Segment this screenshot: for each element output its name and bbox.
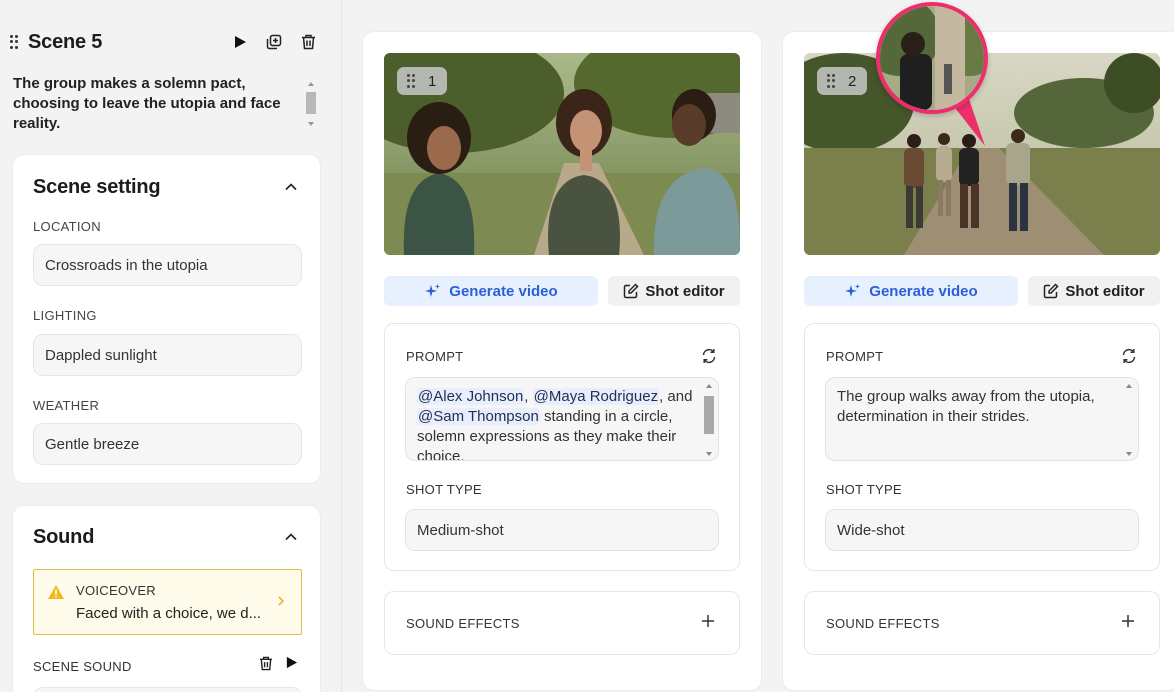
scene-setting-card: Scene setting LOCATION Crossroads in the… bbox=[12, 154, 321, 484]
trash-icon[interactable] bbox=[298, 32, 318, 52]
shot-number: 2 bbox=[848, 72, 857, 90]
scene-setting-title: Scene setting bbox=[33, 176, 161, 198]
chevron-right-icon bbox=[278, 596, 284, 606]
prompt-text: , and bbox=[659, 388, 693, 405]
shot-type-field[interactable]: Wide-shot bbox=[825, 509, 1139, 551]
refresh-icon[interactable] bbox=[701, 348, 717, 364]
shot-thumbnail[interactable]: 2 bbox=[804, 53, 1160, 255]
mention-tag[interactable]: @Maya Rodriguez bbox=[532, 388, 660, 405]
mention-tag[interactable]: @Alex Johnson bbox=[417, 388, 525, 405]
shot-card-2: 2 Generate video Shot editor PROMPT The … bbox=[782, 31, 1174, 691]
shot-number-badge[interactable]: 1 bbox=[397, 67, 447, 95]
prompt-scrollbar[interactable] bbox=[704, 384, 714, 456]
edit-icon bbox=[624, 283, 639, 299]
voiceover-label: VOICEOVER bbox=[76, 583, 156, 598]
shot-thumbnail[interactable]: 1 bbox=[384, 53, 740, 255]
sound-effects-label: SOUND EFFECTS bbox=[826, 616, 940, 631]
shot-editor-label: Shot editor bbox=[645, 282, 725, 300]
prompt-scrollbar[interactable] bbox=[1124, 384, 1134, 456]
mention-tag[interactable]: @Sam Thompson bbox=[417, 408, 540, 425]
shot-editor-button[interactable]: Shot editor bbox=[1028, 276, 1160, 306]
weather-label: WEATHER bbox=[33, 398, 100, 413]
drag-handle-icon[interactable] bbox=[10, 35, 20, 49]
generate-video-button[interactable]: Generate video bbox=[804, 276, 1018, 306]
shot-editor-label: Shot editor bbox=[1065, 282, 1145, 300]
scene-sound-label: SCENE SOUND bbox=[33, 659, 132, 674]
duplicate-icon[interactable] bbox=[264, 32, 284, 52]
generate-video-label: Generate video bbox=[449, 282, 558, 300]
warning-icon bbox=[48, 585, 64, 599]
sound-card: Sound VOICEOVER Faced with a choice, we … bbox=[12, 505, 321, 692]
prompt-textarea[interactable]: The group walks away from the utopia, de… bbox=[825, 377, 1139, 461]
edit-icon bbox=[1044, 283, 1059, 299]
play-icon[interactable] bbox=[230, 32, 250, 52]
shot-type-field[interactable]: Medium-shot bbox=[405, 509, 719, 551]
generate-video-label: Generate video bbox=[869, 282, 978, 300]
shot-number-badge[interactable]: 2 bbox=[817, 67, 867, 95]
prompt-text: , bbox=[524, 388, 533, 405]
shot-type-label: SHOT TYPE bbox=[406, 482, 482, 497]
chevron-up-icon[interactable] bbox=[284, 180, 298, 194]
weather-field[interactable]: Gentle breeze bbox=[33, 423, 302, 465]
lighting-label: LIGHTING bbox=[33, 308, 97, 323]
voiceover-item[interactable]: VOICEOVER Faced with a choice, we d... bbox=[33, 569, 302, 635]
shot-editor-button[interactable]: Shot editor bbox=[608, 276, 740, 306]
plus-icon[interactable] bbox=[701, 614, 715, 628]
chevron-up-icon[interactable] bbox=[284, 530, 298, 544]
scene-title: Scene 5 bbox=[28, 30, 103, 53]
generate-video-button[interactable]: Generate video bbox=[384, 276, 598, 306]
location-field[interactable]: Crossroads in the utopia bbox=[33, 244, 302, 286]
description-scrollbar[interactable] bbox=[305, 80, 317, 126]
sound-title: Sound bbox=[33, 526, 95, 548]
voiceover-text: Faced with a choice, we d... bbox=[76, 605, 262, 622]
scene-header: Scene 5 bbox=[10, 30, 330, 54]
location-label: LOCATION bbox=[33, 219, 101, 234]
trash-icon[interactable] bbox=[259, 656, 273, 671]
shot-card-1: 1 Generate video Shot editor PROMPT @Ale… bbox=[362, 31, 762, 691]
zoom-magnifier bbox=[876, 2, 988, 114]
shot-number: 1 bbox=[428, 72, 437, 90]
plus-icon[interactable] bbox=[1121, 614, 1135, 628]
scene-sound-field[interactable] bbox=[33, 687, 302, 692]
sound-effects-section[interactable]: SOUND EFFECTS bbox=[384, 591, 740, 655]
scene-description[interactable]: The group makes a solemn pact, choosing … bbox=[13, 74, 299, 134]
prompt-text: The group walks away from the utopia, de… bbox=[837, 388, 1095, 425]
drag-handle-icon[interactable] bbox=[407, 74, 417, 88]
shot-type-label: SHOT TYPE bbox=[826, 482, 902, 497]
prompt-label: PROMPT bbox=[406, 349, 464, 364]
drag-handle-icon[interactable] bbox=[827, 74, 837, 88]
prompt-section: PROMPT The group walks away from the uto… bbox=[804, 323, 1160, 571]
scene-sidebar: Scene 5 The group makes a solemn pact, c… bbox=[0, 0, 342, 692]
sparkles-icon bbox=[425, 283, 441, 297]
sound-effects-section[interactable]: SOUND EFFECTS bbox=[804, 591, 1160, 655]
refresh-icon[interactable] bbox=[1121, 348, 1137, 364]
sparkles-icon bbox=[845, 283, 861, 297]
prompt-textarea[interactable]: @Alex Johnson, @Maya Rodriguez, and @Sam… bbox=[405, 377, 719, 461]
prompt-label: PROMPT bbox=[826, 349, 884, 364]
prompt-section: PROMPT @Alex Johnson, @Maya Rodriguez, a… bbox=[384, 323, 740, 571]
play-icon[interactable] bbox=[285, 656, 298, 669]
lighting-field[interactable]: Dappled sunlight bbox=[33, 334, 302, 376]
sound-effects-label: SOUND EFFECTS bbox=[406, 616, 520, 631]
